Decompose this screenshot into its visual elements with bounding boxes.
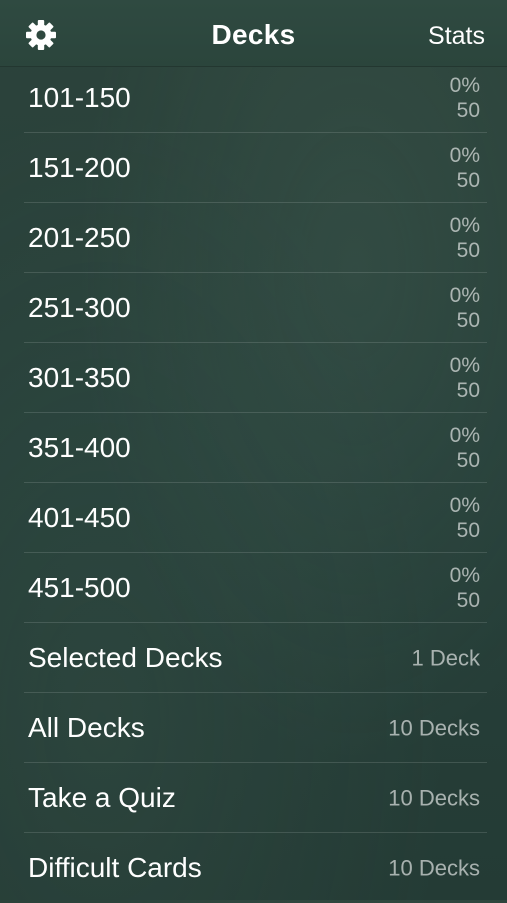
action-detail: 10 Decks [388,785,480,811]
deck-label: 451-500 [28,572,131,603]
deck-progress: 0% 50 [450,73,480,123]
deck-card-count: 50 [456,239,480,262]
deck-label: 151-200 [28,152,131,183]
selected-decks-row[interactable]: Selected Decks 1 Deck [0,623,507,693]
deck-row-201-250[interactable]: 201-250 0% 50 [0,203,507,273]
deck-card-count: 50 [456,169,480,192]
deck-percent: 0% [449,494,480,517]
deck-percent: 0% [449,564,480,587]
deck-progress: 0% 50 [450,563,480,613]
deck-label: 251-300 [28,292,131,323]
action-detail: 10 Decks [388,855,480,881]
deck-card-count: 50 [456,519,480,542]
deck-card-count: 50 [456,449,480,472]
deck-label: 351-400 [28,432,131,463]
deck-row-251-300[interactable]: 251-300 0% 50 [0,273,507,343]
navigation-bar: Decks Stats [0,0,507,67]
action-detail: 1 Deck [411,645,480,671]
deck-percent: 0% [449,354,480,377]
difficult-cards-row[interactable]: Difficult Cards 10 Decks [0,833,507,903]
action-detail: 10 Decks [388,715,480,741]
deck-list: 101-150 0% 50 151-200 0% 50 201-250 0% 5… [0,63,507,903]
deck-progress: 0% 50 [450,423,480,473]
deck-row-401-450[interactable]: 401-450 0% 50 [0,483,507,553]
deck-row-351-400[interactable]: 351-400 0% 50 [0,413,507,483]
deck-label: 301-350 [28,362,131,393]
deck-card-count: 50 [456,589,480,612]
deck-row-301-350[interactable]: 301-350 0% 50 [0,343,507,413]
deck-progress: 0% 50 [450,283,480,333]
deck-row-101-150[interactable]: 101-150 0% 50 [0,63,507,133]
deck-label: 201-250 [28,222,131,253]
deck-card-count: 50 [456,379,480,402]
deck-percent: 0% [449,214,480,237]
deck-label: 101-150 [28,82,131,113]
action-label: Selected Decks [28,642,223,673]
deck-progress: 0% 50 [450,353,480,403]
deck-percent: 0% [449,144,480,167]
deck-percent: 0% [449,424,480,447]
deck-label: 401-450 [28,502,131,533]
all-decks-row[interactable]: All Decks 10 Decks [0,693,507,763]
deck-percent: 0% [449,284,480,307]
deck-progress: 0% 50 [450,213,480,263]
take-a-quiz-row[interactable]: Take a Quiz 10 Decks [0,763,507,833]
deck-row-451-500[interactable]: 451-500 0% 50 [0,553,507,623]
deck-percent: 0% [449,74,480,97]
deck-progress: 0% 50 [450,143,480,193]
deck-card-count: 50 [456,99,480,122]
deck-progress: 0% 50 [450,493,480,543]
deck-card-count: 50 [456,309,480,332]
stats-button[interactable]: Stats [428,22,485,51]
deck-row-151-200[interactable]: 151-200 0% 50 [0,133,507,203]
action-label: Difficult Cards [28,852,202,883]
action-label: All Decks [28,712,145,743]
action-label: Take a Quiz [28,782,176,813]
